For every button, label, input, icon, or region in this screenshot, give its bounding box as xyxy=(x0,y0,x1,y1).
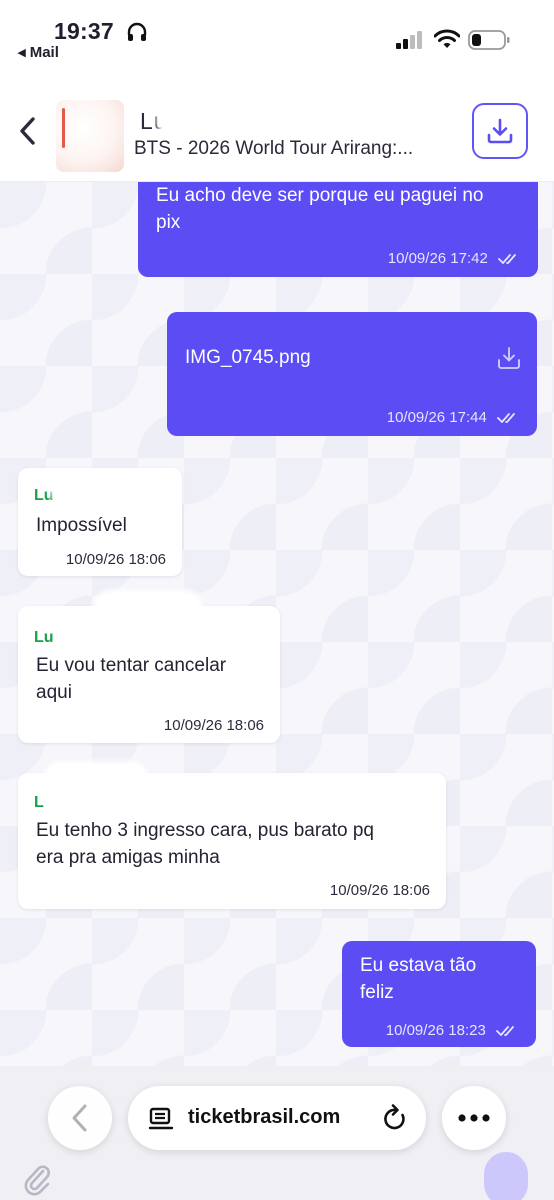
sender-name: Lu xyxy=(34,487,54,504)
sender-name: Lu xyxy=(34,629,54,646)
more-icon xyxy=(458,1114,490,1122)
event-title: BTS - 2026 World Tour Arirang:... xyxy=(134,138,414,159)
sender-name: L xyxy=(34,794,44,811)
double-check-icon xyxy=(497,413,515,423)
message-bubble-incoming[interactable]: Lu Impossível 10/09/26 18:06 xyxy=(18,468,182,576)
message-bubble-outgoing[interactable]: Eu estava tão feliz 10/09/26 18:23 xyxy=(342,941,536,1047)
message-text: Eu acho deve ser porque eu paguei no pix xyxy=(156,185,484,233)
message-timestamp: 10/09/26 18:06 xyxy=(329,882,430,899)
message-meta: 10/09/26 18:23 xyxy=(386,1017,520,1044)
headphones-icon xyxy=(127,22,147,41)
message-text: Eu tenho 3 ingresso cara, pus barato pq … xyxy=(36,820,375,868)
download-icon xyxy=(487,118,513,144)
message-bubble-incoming[interactable]: Lu Eu vou tentar cancelar aqui 10/09/26 … xyxy=(18,594,280,743)
battery-icon xyxy=(468,30,510,50)
message-text: Eu vou tentar cancelar aqui xyxy=(36,655,227,703)
back-to-mail-link[interactable]: ◂ Mail xyxy=(18,43,59,61)
message-text: Eu estava tão feliz xyxy=(360,955,477,1003)
message-timestamp: 10/09/26 17:42 xyxy=(387,250,488,267)
message-timestamp: 10/09/26 18:23 xyxy=(385,1022,486,1039)
more-button[interactable] xyxy=(442,1086,506,1150)
message-timestamp: 10/09/26 18:06 xyxy=(163,717,264,734)
reload-icon[interactable] xyxy=(382,1104,408,1132)
message-meta: 10/09/26 17:42 xyxy=(388,245,522,272)
double-check-icon xyxy=(498,254,516,264)
message-meta: 10/09/26 17:44 xyxy=(387,404,521,431)
avatar xyxy=(56,100,124,172)
status-time: 19:37 xyxy=(54,18,114,44)
message-bubble-file[interactable]: IMG_0745.png 10/09/26 17:44 xyxy=(167,312,537,436)
double-check-icon xyxy=(496,1026,514,1036)
message-timestamp: 10/09/26 18:06 xyxy=(65,551,166,568)
message-bubble-incoming[interactable]: L Eu tenho 3 ingresso cara, pus barato p… xyxy=(18,765,446,909)
url-text[interactable]: ticketbrasil.com xyxy=(188,1106,340,1129)
chat-header: Lu el BTS - 2026 World Tour Arirang:... xyxy=(0,70,554,182)
redaction-mark xyxy=(54,478,162,502)
file-name[interactable]: IMG_0745.png xyxy=(185,344,311,371)
download-icon[interactable] xyxy=(496,345,522,371)
redaction-mark xyxy=(98,594,198,618)
redaction-mark xyxy=(48,765,144,789)
message-bubble-outgoing[interactable]: Eu acho deve ser porque eu paguei no pix… xyxy=(138,182,538,277)
send-button[interactable] xyxy=(484,1152,528,1200)
browser-back-button[interactable] xyxy=(48,1086,112,1150)
redaction-mark xyxy=(160,106,278,134)
paperclip-icon[interactable] xyxy=(22,1162,52,1196)
download-button[interactable] xyxy=(472,103,528,159)
wifi-icon xyxy=(434,29,460,48)
chevron-left-icon xyxy=(72,1104,87,1132)
address-bar[interactable]: ticketbrasil.com xyxy=(128,1086,426,1150)
message-list[interactable]: Eu acho deve ser porque eu paguei no pix… xyxy=(0,182,554,1066)
status-bar: 19:37 ◂ Mail xyxy=(0,0,554,70)
message-timestamp: 10/09/26 17:44 xyxy=(386,409,487,426)
message-text: Impossível xyxy=(36,515,127,536)
reader-icon[interactable] xyxy=(148,1106,174,1132)
chevron-left-icon[interactable] xyxy=(14,114,42,148)
signal-icon xyxy=(396,31,422,49)
